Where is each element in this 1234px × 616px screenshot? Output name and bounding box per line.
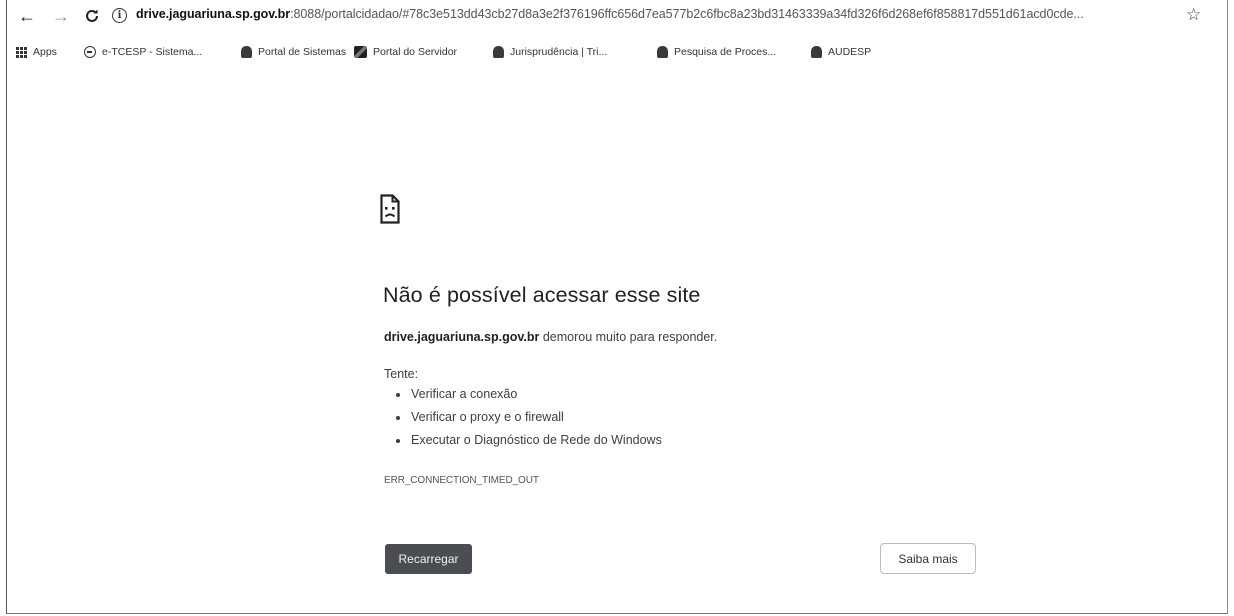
bookmark-e-tcesp[interactable]: e-TCESP - Sistema... bbox=[84, 42, 202, 62]
error-description: drive.jaguariuna.sp.gov.br demorou muito… bbox=[384, 330, 717, 344]
bookmark-audesp[interactable]: AUDESP bbox=[811, 42, 871, 62]
suggestion-item: Executar o Diagnóstico de Rede do Window… bbox=[396, 429, 662, 452]
browser-toolbar: ← → i drive.jaguariuna.sp.gov.br:8088/po… bbox=[0, 0, 1234, 32]
seal-icon bbox=[657, 46, 668, 58]
url-host: drive.jaguariuna.sp.gov.br bbox=[136, 7, 291, 21]
seal-icon bbox=[811, 46, 822, 58]
back-arrow-icon[interactable]: ← bbox=[16, 5, 38, 27]
error-host: drive.jaguariuna.sp.gov.br bbox=[384, 330, 540, 344]
reload-button[interactable]: Recarregar bbox=[385, 544, 472, 574]
error-message: demorou muito para responder. bbox=[539, 330, 718, 344]
learn-more-button[interactable]: Saiba mais bbox=[880, 543, 976, 574]
bookmark-portal-servidor[interactable]: Portal do Servidor bbox=[354, 42, 457, 62]
bookmark-jurisprudencia[interactable]: Jurisprudência | Tri... bbox=[493, 42, 607, 62]
error-code: ERR_CONNECTION_TIMED_OUT bbox=[384, 475, 539, 486]
seal-icon bbox=[493, 46, 504, 58]
seal-icon bbox=[241, 46, 252, 58]
bookmarks-bar: Apps e-TCESP - Sistema... Portal de Sist… bbox=[0, 42, 1234, 66]
bookmark-apps[interactable]: Apps bbox=[16, 42, 57, 62]
reload-icon[interactable] bbox=[81, 5, 103, 27]
suggestions-list: Verificar a conexão Verificar o proxy e … bbox=[384, 383, 662, 452]
bookmark-label: Jurisprudência | Tri... bbox=[510, 46, 608, 58]
portal-icon bbox=[354, 46, 367, 58]
bookmark-pesquisa-processos[interactable]: Pesquisa de Proces... bbox=[657, 42, 776, 62]
bookmark-label: Pesquisa de Proces... bbox=[674, 46, 777, 58]
suggestion-item: Verificar o proxy e o firewall bbox=[396, 406, 662, 429]
bookmark-label: Apps bbox=[33, 46, 57, 58]
bookmark-label: Portal de Sistemas bbox=[258, 46, 347, 58]
bookmark-portal-sistemas[interactable]: Portal de Sistemas bbox=[241, 42, 346, 62]
suggestion-item: Verificar a conexão bbox=[396, 383, 662, 406]
bookmark-label: e-TCESP - Sistema... bbox=[102, 46, 203, 58]
error-title: Não é possível acessar esse site bbox=[383, 283, 701, 307]
sad-page-icon bbox=[380, 194, 400, 224]
bookmark-label: Portal do Servidor bbox=[373, 46, 458, 58]
forward-arrow-icon[interactable]: → bbox=[50, 5, 72, 27]
url-path: :8088/portalcidadao/#78c3e513dd43cb27d8a… bbox=[290, 7, 1084, 21]
site-info-icon[interactable]: i bbox=[112, 8, 127, 23]
bookmark-label: AUDESP bbox=[828, 46, 872, 58]
globe-icon bbox=[84, 46, 96, 58]
bookmark-star-icon[interactable]: ☆ bbox=[1186, 5, 1201, 25]
suggestions-heading: Tente: bbox=[384, 367, 419, 381]
address-bar[interactable]: drive.jaguariuna.sp.gov.br:8088/portalci… bbox=[136, 7, 1166, 21]
apps-grid-icon bbox=[16, 46, 27, 58]
